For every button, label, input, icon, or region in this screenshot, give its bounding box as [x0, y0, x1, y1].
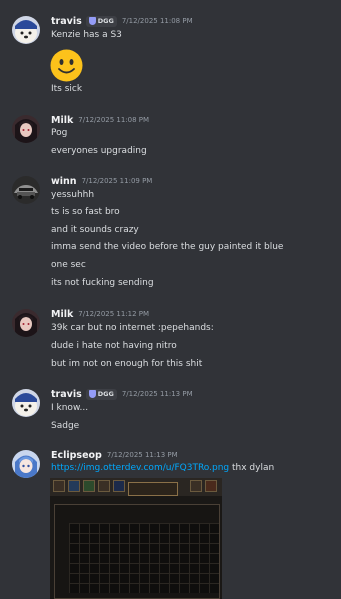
server-tag[interactable]: DGG [85, 388, 117, 400]
message-text: Its sick [51, 84, 83, 94]
message-text: its not fucking sending [51, 278, 154, 288]
stash-panel [54, 504, 220, 599]
message-text: Pog [51, 128, 68, 138]
message-author[interactable]: winn [51, 176, 77, 187]
item-slot-icon [113, 480, 125, 492]
message-timestamp: 7/12/2025 11:13 PM [121, 390, 193, 398]
chat-messages: travis DGG 7/12/2025 11:08 PM Kenzie has… [0, 0, 341, 599]
message-timestamp: 7/12/2025 11:09 PM [81, 177, 153, 185]
shield-icon [88, 390, 96, 398]
item-slot-icon [68, 480, 80, 492]
avatar-milk[interactable] [12, 115, 40, 143]
item-slot-icon [190, 480, 202, 492]
message-link[interactable]: https://img.otterdev.com/u/FQ3TRo.png [51, 463, 229, 473]
attachment-toolbar [50, 478, 222, 496]
avatar-winn[interactable] [12, 176, 40, 204]
message-timestamp: 7/12/2025 11:08 PM [121, 17, 193, 25]
message-text: imma send the video before the guy paint… [51, 242, 284, 252]
slightly-smiling-face-icon[interactable] [50, 49, 83, 82]
message-author[interactable]: travis [51, 389, 82, 400]
item-slot-icon [83, 480, 95, 492]
avatar-eclipseop[interactable] [12, 450, 40, 478]
message-author[interactable]: Milk [51, 309, 73, 320]
trade-banner [128, 482, 178, 496]
message-text: I know... [51, 403, 89, 413]
item-slot-icon [205, 480, 217, 492]
image-attachment[interactable] [50, 478, 222, 599]
message-author[interactable]: Eclipseop [51, 450, 102, 461]
item-slot-icon [53, 480, 65, 492]
message-text: one sec [51, 260, 86, 270]
avatar-travis[interactable] [12, 389, 40, 417]
avatar-milk[interactable] [12, 309, 40, 337]
item-slot-icon [98, 480, 110, 492]
message-text: Kenzie has a S3 [51, 30, 122, 40]
avatar-travis[interactable] [12, 16, 40, 44]
message-text: 39k car but no internet :pepehands: [51, 323, 214, 333]
message-link-suffix: thx dylan [229, 463, 275, 473]
stash-grid [69, 523, 219, 593]
message-text: dude i hate not having nitro [51, 341, 177, 351]
message-author[interactable]: travis [51, 16, 82, 27]
message-timestamp: 7/12/2025 11:08 PM [78, 116, 150, 124]
message-timestamp: 7/12/2025 11:13 PM [106, 451, 178, 459]
shield-icon [88, 17, 96, 25]
message-text: https://img.otterdev.com/u/FQ3TRo.png th… [51, 462, 274, 475]
server-tag[interactable]: DGG [85, 15, 117, 27]
message-text: yessuhhh [51, 190, 95, 200]
message-text: everyones upgrading [51, 146, 147, 156]
message-text: and it sounds crazy [51, 225, 139, 235]
message-text: but im not on enough for this shit [51, 359, 203, 369]
message-text: ts is so fast bro [51, 207, 120, 217]
message-text: Sadge [51, 421, 80, 431]
message-author[interactable]: Milk [51, 115, 73, 126]
message-timestamp: 7/12/2025 11:12 PM [78, 310, 150, 318]
